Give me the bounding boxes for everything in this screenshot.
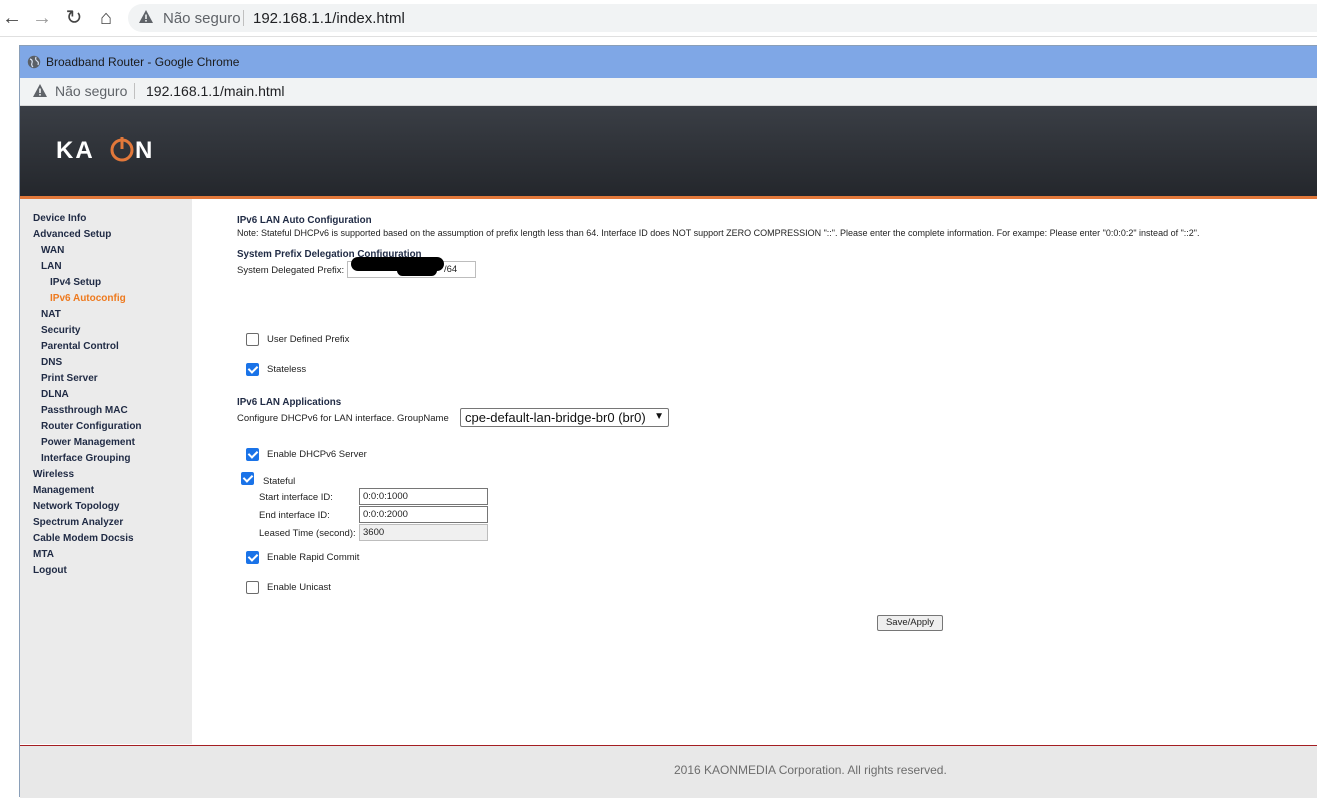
sidebar-item-wireless[interactable]: Wireless <box>33 469 74 480</box>
sidebar-item-nat[interactable]: NAT <box>41 309 61 320</box>
forward-arrow-icon[interactable]: → <box>30 6 54 30</box>
enable-dhcpv6-server-checkbox[interactable] <box>246 448 259 461</box>
sidebar-item-spectrum-analyzer[interactable]: Spectrum Analyzer <box>33 517 123 528</box>
sidebar-item-cable-modem-docsis[interactable]: Cable Modem Docsis <box>33 533 134 544</box>
copyright-text: 2016 KAONMEDIA Corporation. All rights r… <box>674 763 947 777</box>
page-title: IPv6 LAN Auto Configuration <box>237 215 372 226</box>
stateful-label: Stateful <box>263 476 296 487</box>
main-content: IPv6 LAN Auto Configuration Note: Statef… <box>192 199 1317 744</box>
popup-title: Broadband Router - Google Chrome <box>46 55 240 69</box>
sidebar-item-logout[interactable]: Logout <box>33 565 67 576</box>
warning-triangle-icon <box>139 10 153 23</box>
page-footer: 2016 KAONMEDIA Corporation. All rights r… <box>20 745 1317 798</box>
rapid-commit-label: Enable Rapid Commit <box>267 552 360 563</box>
sidebar-item-network-topology[interactable]: Network Topology <box>33 501 119 512</box>
delegated-prefix-label: System Delegated Prefix: <box>237 265 345 276</box>
svg-text:KA: KA <box>56 137 95 163</box>
address-separator <box>134 83 135 99</box>
stateless-checkbox[interactable] <box>246 363 259 376</box>
sidebar-item-security[interactable]: Security <box>41 325 80 336</box>
address-separator <box>243 10 244 26</box>
sidebar-menu: Device Info Advanced Setup WAN LAN IPv4 … <box>20 199 192 744</box>
outer-url: 192.168.1.1/index.html <box>253 10 405 27</box>
stateful-checkbox[interactable] <box>241 472 254 485</box>
svg-text:N: N <box>135 137 152 163</box>
sidebar-item-device-info[interactable]: Device Info <box>33 213 86 224</box>
sidebar-item-mta[interactable]: MTA <box>33 549 54 560</box>
note-text: Note: Stateful DHCPv6 is supported based… <box>237 228 1200 238</box>
sidebar-item-wan[interactable]: WAN <box>41 245 64 256</box>
lan-apps-heading: IPv6 LAN Applications <box>237 397 342 408</box>
popup-address-bar: Não seguro 192.168.1.1/main.html <box>20 78 1317 106</box>
enable-dhcpv6-server-label: Enable DHCPv6 Server <box>267 449 367 460</box>
popup-url: 192.168.1.1/main.html <box>146 83 285 99</box>
redaction-mark <box>397 265 437 276</box>
sidebar-item-dlna[interactable]: DLNA <box>41 389 69 400</box>
warning-triangle-icon <box>33 84 47 97</box>
chevron-down-icon: ▼ <box>654 411 664 422</box>
prefix-suffix: /64 <box>444 264 458 275</box>
kaon-logo: KA N <box>56 137 152 163</box>
end-interface-id-input[interactable] <box>359 506 488 523</box>
home-icon[interactable]: ⌂ <box>94 6 118 30</box>
end-id-label: End interface ID: <box>259 510 330 521</box>
security-label: Não seguro <box>55 83 128 99</box>
back-arrow-icon[interactable]: ← <box>0 6 24 30</box>
sidebar-item-management[interactable]: Management <box>33 485 94 496</box>
stateless-label: Stateless <box>267 364 307 375</box>
sidebar-item-power-management[interactable]: Power Management <box>41 437 135 448</box>
outer-browser-toolbar: ← → ↻ ⌂ Não seguro 192.168.1.1/index.htm… <box>0 0 1317 37</box>
leased-time-input[interactable] <box>359 524 488 541</box>
reload-icon[interactable]: ↻ <box>62 6 86 30</box>
group-name-value: cpe-default-lan-bridge-br0 (br0) <box>465 410 646 425</box>
user-defined-prefix-label: User Defined Prefix <box>267 334 350 345</box>
security-label: Não seguro <box>163 10 241 27</box>
start-interface-id-input[interactable] <box>359 488 488 505</box>
configure-dhcpv6-label: Configure DHCPv6 for LAN interface. Grou… <box>237 413 449 424</box>
sidebar-item-ipv4-setup[interactable]: IPv4 Setup <box>50 277 101 288</box>
user-defined-prefix-checkbox[interactable] <box>246 333 259 346</box>
leased-time-label: Leased Time (second): <box>259 528 356 539</box>
sidebar-item-lan[interactable]: LAN <box>41 261 62 272</box>
start-id-label: Start interface ID: <box>259 492 333 503</box>
sidebar-item-passthrough-mac[interactable]: Passthrough MAC <box>41 405 128 416</box>
popup-title-bar: Broadband Router - Google Chrome <box>20 46 1317 78</box>
sidebar-item-print-server[interactable]: Print Server <box>41 373 98 384</box>
save-apply-button[interactable]: Save/Apply <box>877 615 943 631</box>
unicast-label: Enable Unicast <box>267 582 331 593</box>
sidebar-item-advanced-setup[interactable]: Advanced Setup <box>33 229 111 240</box>
router-header: KA N <box>20 106 1317 199</box>
sidebar-item-router-configuration[interactable]: Router Configuration <box>41 421 142 432</box>
popup-window: Broadband Router - Google Chrome Não seg… <box>19 45 1317 798</box>
sidebar-item-parental-control[interactable]: Parental Control <box>41 341 119 352</box>
rapid-commit-checkbox[interactable] <box>246 551 259 564</box>
unicast-checkbox[interactable] <box>246 581 259 594</box>
sidebar-item-interface-grouping[interactable]: Interface Grouping <box>41 453 130 464</box>
globe-icon <box>27 55 41 69</box>
group-name-select[interactable]: cpe-default-lan-bridge-br0 (br0) ▼ <box>460 408 669 427</box>
outer-address-bar[interactable]: Não seguro 192.168.1.1/index.html <box>128 4 1317 32</box>
sidebar-item-ipv6-autoconfig[interactable]: IPv6 Autoconfig <box>50 293 126 304</box>
sidebar-item-dns[interactable]: DNS <box>41 357 62 368</box>
